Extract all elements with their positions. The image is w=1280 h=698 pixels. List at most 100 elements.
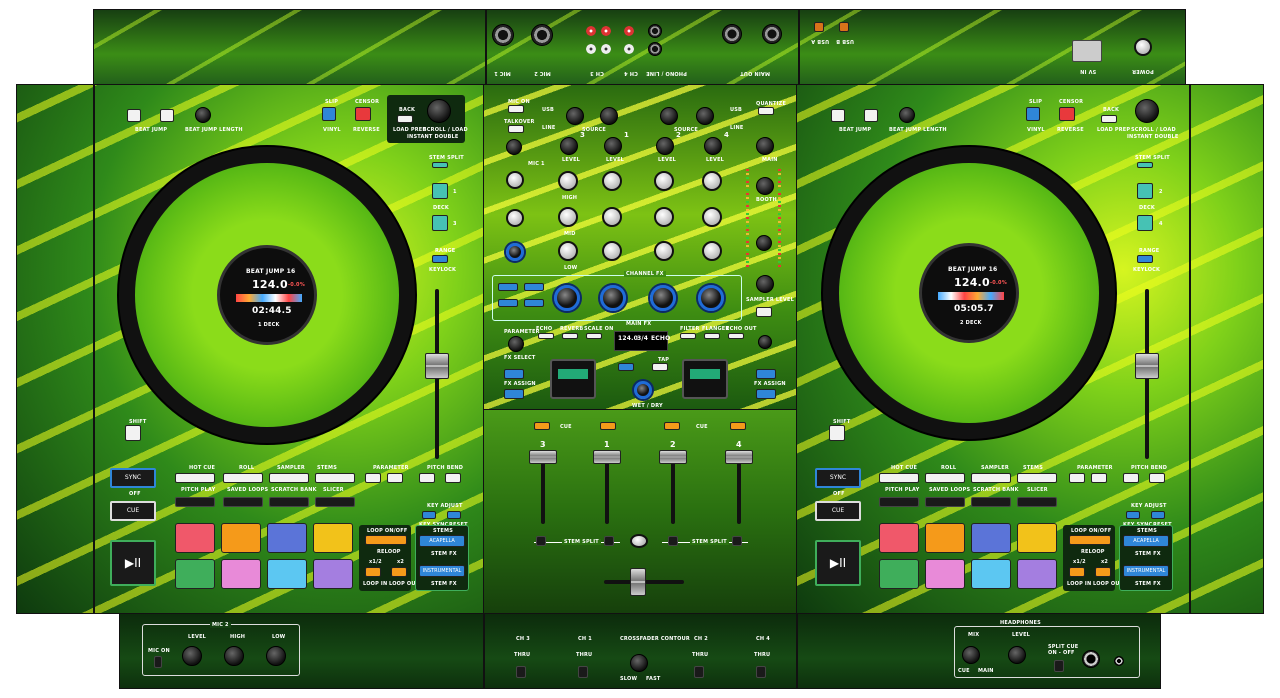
ch1-high-knob[interactable] <box>602 171 622 191</box>
fx-on-button[interactable] <box>618 363 634 371</box>
r-loop-onoff-button[interactable] <box>1069 535 1111 545</box>
ch3-xfader-assign[interactable] <box>516 666 526 678</box>
r-key-reset-button[interactable] <box>1151 511 1165 519</box>
deck-1-button[interactable] <box>432 183 448 199</box>
fx-echo-out-button[interactable] <box>728 333 744 339</box>
sampler-button[interactable] <box>756 307 772 317</box>
mode-active-button[interactable] <box>175 497 215 507</box>
mic2-low-knob[interactable] <box>266 646 286 666</box>
fx-echo-button[interactable] <box>538 333 554 339</box>
ch3-mid-knob[interactable] <box>558 207 578 227</box>
tap-button[interactable] <box>652 363 668 371</box>
beats-knob[interactable] <box>758 335 772 349</box>
r-sampler-button[interactable] <box>971 473 1011 483</box>
main-knob[interactable] <box>756 137 774 155</box>
pad-2[interactable] <box>221 523 261 553</box>
ch2-high-knob[interactable] <box>654 171 674 191</box>
r-scroll-load-knob[interactable] <box>1135 99 1159 123</box>
stem-split-icon-r[interactable] <box>668 536 678 546</box>
power-button[interactable] <box>1134 38 1152 56</box>
right-pitch-fader[interactable] <box>1135 353 1159 379</box>
mic2-level-knob[interactable] <box>182 646 202 666</box>
r-back-button[interactable] <box>1101 115 1117 123</box>
cue-button[interactable]: CUE <box>110 501 156 521</box>
deck-2-button[interactable] <box>1137 183 1153 199</box>
headphone-jack-large[interactable] <box>1082 650 1100 668</box>
fx-filter-button[interactable] <box>680 333 696 339</box>
ch4-fader[interactable] <box>725 450 753 464</box>
mode-chorus2-button[interactable] <box>315 497 355 507</box>
source-knob-1[interactable] <box>600 107 618 125</box>
r-pad-5[interactable] <box>879 559 919 589</box>
stem-split-icon-r2[interactable] <box>732 536 742 546</box>
ch1-mid-knob[interactable] <box>602 207 622 227</box>
main-out-1[interactable] <box>722 24 742 44</box>
fx-flanger-button[interactable] <box>704 333 720 339</box>
ch4-low-knob[interactable] <box>702 241 722 261</box>
r-pad-7[interactable] <box>971 559 1011 589</box>
key-reset-button[interactable] <box>447 511 461 519</box>
fx-btn-4[interactable] <box>524 299 544 307</box>
key-sync-button[interactable] <box>422 511 436 519</box>
cue-4-button[interactable] <box>730 422 746 430</box>
hp-mix-knob[interactable] <box>962 646 980 664</box>
main-out-2[interactable] <box>762 24 782 44</box>
ch2-mid-knob[interactable] <box>654 207 674 227</box>
power-inlet[interactable] <box>1072 40 1102 62</box>
mic1-level-knob[interactable] <box>506 139 522 155</box>
r-pitch-bend-up[interactable] <box>1149 473 1165 483</box>
ch3-level-knob[interactable] <box>560 137 578 155</box>
hot-cue-button[interactable] <box>175 473 215 483</box>
censor-button[interactable] <box>355 107 371 121</box>
r-mode-chorus2-button[interactable] <box>1017 497 1057 507</box>
r-sync-button[interactable]: SYNC <box>815 468 861 488</box>
ch3-low-knob[interactable] <box>558 241 578 261</box>
ch3-rca-l[interactable] <box>586 44 596 54</box>
pad-3[interactable] <box>267 523 307 553</box>
ch2-xfader-assign[interactable] <box>694 666 704 678</box>
play-pause-button[interactable]: ▶II <box>110 540 156 586</box>
mode-chorus-button[interactable] <box>223 497 263 507</box>
beat-jump-back-button[interactable] <box>127 109 141 122</box>
ch1-fx-knob[interactable] <box>600 285 626 311</box>
ch3-fx-knob[interactable] <box>554 285 580 311</box>
ch4-rca-r[interactable] <box>624 26 634 36</box>
mic2-high-knob[interactable] <box>224 646 244 666</box>
ch4-mid-knob[interactable] <box>702 207 722 227</box>
mic-on-switch[interactable] <box>154 656 162 668</box>
fx-assign-right-2[interactable] <box>756 389 776 399</box>
r-slip-button[interactable] <box>1026 107 1040 121</box>
crossfader[interactable] <box>630 568 646 596</box>
pad-1[interactable] <box>175 523 215 553</box>
pitch-bend-down[interactable] <box>419 473 435 483</box>
quantize-button[interactable] <box>758 107 774 115</box>
stem-split-icon-l2[interactable] <box>604 536 614 546</box>
booth-jack-2[interactable] <box>648 42 662 56</box>
deck-4-button[interactable] <box>1137 215 1153 231</box>
ch3-rca-r2[interactable] <box>601 26 611 36</box>
mic2-jack[interactable] <box>531 24 553 46</box>
wet-dry-knob[interactable] <box>634 381 652 399</box>
loop-out-button[interactable] <box>391 567 407 577</box>
r-mode-chorus-button[interactable] <box>925 497 965 507</box>
ch3-fader[interactable] <box>529 450 557 464</box>
r-cue-button[interactable]: CUE <box>815 501 861 521</box>
sampler-button[interactable] <box>269 473 309 483</box>
param-right-button[interactable] <box>387 473 403 483</box>
mode-verse-button[interactable] <box>269 497 309 507</box>
talkover-button[interactable] <box>508 125 524 133</box>
cue-2-button[interactable] <box>664 422 680 430</box>
acapella-button[interactable]: ACAPELLA <box>419 535 465 547</box>
headphone-jack-small[interactable] <box>1114 656 1124 666</box>
shift-button[interactable] <box>125 425 141 441</box>
booth-knob[interactable] <box>756 177 774 195</box>
fx-scale-button[interactable] <box>586 333 602 339</box>
r-pad-2[interactable] <box>925 523 965 553</box>
instrumental-button[interactable]: INSTRUMENTAL <box>419 565 465 577</box>
left-pitch-fader[interactable] <box>425 353 449 379</box>
scroll-load-knob[interactable] <box>427 99 451 123</box>
r-pad-1[interactable] <box>879 523 919 553</box>
r-param-left-button[interactable] <box>1069 473 1085 483</box>
r-beat-jump-length-knob[interactable] <box>899 107 915 123</box>
ch2-low-knob[interactable] <box>654 241 674 261</box>
